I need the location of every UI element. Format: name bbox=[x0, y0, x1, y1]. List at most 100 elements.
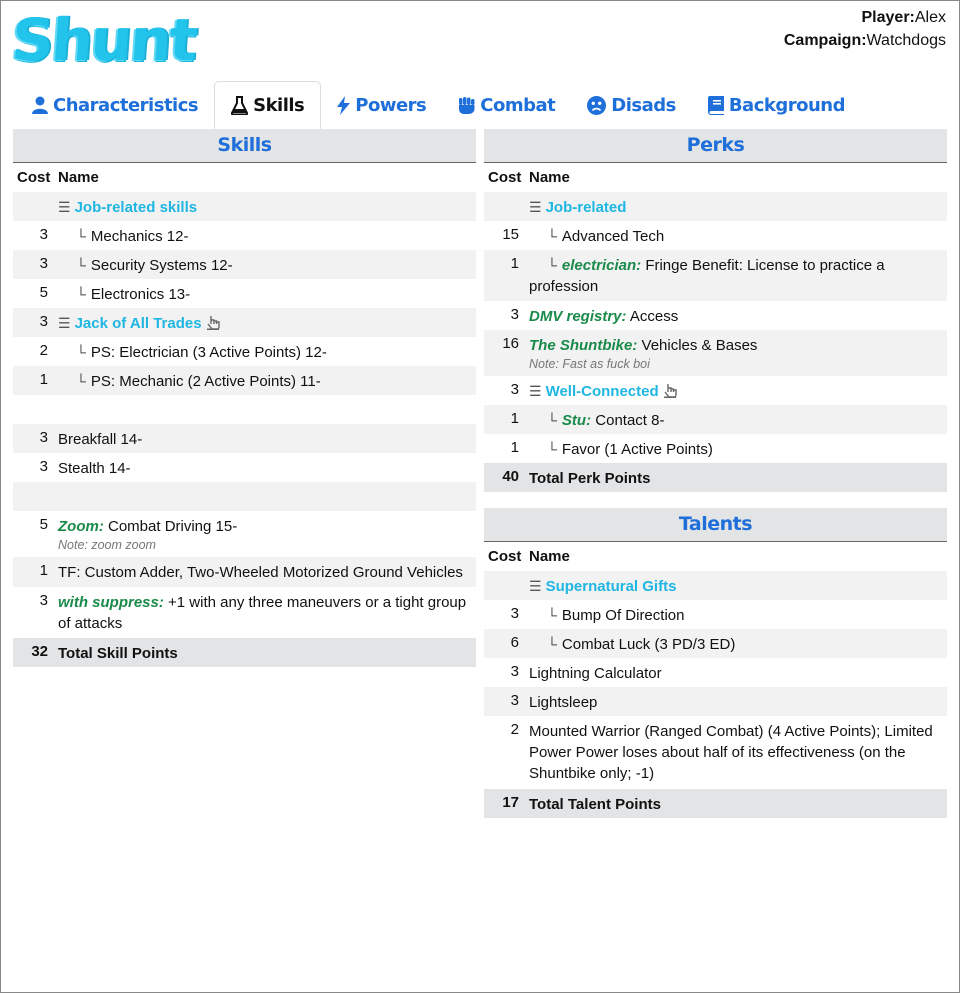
tab-characteristics[interactable]: Characteristics bbox=[16, 81, 214, 129]
campaign-name: Watchdogs bbox=[866, 32, 946, 49]
list-item[interactable]: 3 ☰ Well-Connected bbox=[484, 376, 947, 405]
list-item[interactable]: ☰ Job-related skills bbox=[13, 192, 476, 221]
perks-panel: Perks Cost Name ☰ Job-related 15 └ Advance… bbox=[484, 129, 947, 818]
cost-value: 3 bbox=[39, 255, 48, 272]
group-name: Job-related bbox=[545, 199, 627, 216]
talents-title: Talents bbox=[484, 508, 947, 542]
item-note: Note: zoom zoom bbox=[58, 538, 156, 552]
list-item[interactable]: 3 ☰ Jack of All Trades bbox=[13, 308, 476, 337]
spacer-row bbox=[13, 395, 476, 424]
hand-pointer-icon[interactable] bbox=[206, 315, 220, 336]
table-header: Cost Name bbox=[13, 163, 476, 192]
tab-disads[interactable]: Disads bbox=[571, 81, 692, 129]
cost-header: Cost bbox=[17, 169, 51, 186]
list-item[interactable]: 5 └ Electronics 13- bbox=[13, 279, 476, 308]
table-header: Cost Name bbox=[484, 163, 947, 192]
tab-label: Disads bbox=[611, 94, 676, 116]
character-meta: Player:Alex Campaign:Watchdogs bbox=[784, 6, 946, 52]
skills-panel: Skills Cost Name ☰ Job-related skills 3 └… bbox=[13, 129, 476, 667]
item-name: Advanced Tech bbox=[561, 228, 665, 245]
list-item[interactable]: 16 The Shuntbike: Vehicles & Bases Note: … bbox=[484, 330, 947, 376]
indent-icon: └ bbox=[76, 228, 86, 244]
list-item[interactable]: 3 DMV registry: Access bbox=[484, 301, 947, 330]
total-label: Total Perk Points bbox=[529, 470, 651, 487]
item-name: Mechanics 12- bbox=[90, 228, 189, 245]
cost-value: 3 bbox=[39, 226, 48, 243]
list-item[interactable]: 3 Lightning Calculator bbox=[484, 658, 947, 687]
list-item[interactable]: 1 └ electrician: Fringe Benefit: License … bbox=[484, 250, 947, 301]
indent-icon: └ bbox=[547, 228, 557, 244]
list-item[interactable]: 3 Breakfall 14- bbox=[13, 424, 476, 453]
indent-icon: └ bbox=[547, 441, 557, 457]
tab-label: Combat bbox=[480, 94, 556, 116]
total-cost: 32 bbox=[31, 643, 48, 660]
cost-value: 2 bbox=[510, 721, 519, 738]
cost-value: 1 bbox=[510, 439, 519, 456]
list-item[interactable]: 1 TF: Custom Adder, Two-Wheeled Motorize… bbox=[13, 557, 476, 587]
item-name: Breakfall 14- bbox=[58, 431, 143, 448]
name-header: Name bbox=[58, 169, 99, 186]
player-name: Alex bbox=[914, 9, 946, 26]
item-name: PS: Mechanic (2 Active Points) 11- bbox=[90, 373, 321, 390]
tab-combat[interactable]: Combat bbox=[442, 81, 571, 129]
list-item[interactable]: ☰ Supernatural Gifts bbox=[484, 571, 947, 600]
indent-icon: └ bbox=[547, 636, 557, 652]
fist-icon bbox=[458, 96, 475, 115]
list-item[interactable]: 3 └ Security Systems 12- bbox=[13, 250, 476, 279]
tab-label: Powers bbox=[355, 94, 427, 116]
item-name: Electronics 13- bbox=[90, 286, 191, 303]
campaign-label: Campaign: bbox=[783, 32, 867, 49]
list-item[interactable]: 1 └ Favor (1 Active Points) bbox=[484, 434, 947, 463]
total-label: Total Talent Points bbox=[529, 796, 661, 813]
list-item[interactable]: 3 Stealth 14- bbox=[13, 453, 476, 482]
list-item[interactable]: ☰ Job-related bbox=[484, 192, 947, 221]
list-item[interactable]: 3 with suppress: +1 with any three maneu… bbox=[13, 587, 476, 638]
table-header: Cost Name bbox=[484, 542, 947, 571]
item-name: Lightning Calculator bbox=[529, 665, 662, 682]
item-name: Mounted Warrior (Ranged Combat) (4 Activ… bbox=[529, 723, 933, 782]
total-cost: 17 bbox=[502, 794, 519, 811]
total-row: 32 Total Skill Points bbox=[13, 638, 476, 667]
cost-value: 15 bbox=[502, 226, 519, 243]
list-icon: ☰ bbox=[529, 383, 542, 399]
cost-header: Cost bbox=[488, 169, 522, 186]
item-name: Access bbox=[629, 308, 679, 325]
total-row: 40 Total Perk Points bbox=[484, 463, 947, 492]
indent-icon: └ bbox=[76, 344, 86, 360]
skills-title: Skills bbox=[13, 129, 476, 163]
cost-value: 5 bbox=[39, 284, 48, 301]
list-item[interactable]: 6 └ Combat Luck (3 PD/3 ED) bbox=[484, 629, 947, 658]
hand-pointer-icon[interactable] bbox=[663, 383, 677, 404]
tab-powers[interactable]: Powers bbox=[321, 81, 442, 129]
list-item[interactable]: 3 └ Mechanics 12- bbox=[13, 221, 476, 250]
name-header: Name bbox=[529, 548, 570, 565]
cost-value: 6 bbox=[510, 634, 519, 651]
list-item[interactable]: 5 Zoom: Combat Driving 15- Note: zoom zoo… bbox=[13, 511, 476, 557]
item-name: Combat Driving 15- bbox=[108, 518, 238, 535]
cost-value: 3 bbox=[39, 458, 48, 475]
cost-value: 1 bbox=[510, 255, 519, 272]
indent-icon: └ bbox=[76, 257, 86, 273]
list-item[interactable]: 1 └ PS: Mechanic (2 Active Points) 11- bbox=[13, 366, 476, 395]
list-item[interactable]: 1 └ Stu: Contact 8- bbox=[484, 405, 947, 434]
list-item[interactable]: 3 └ Bump Of Direction bbox=[484, 600, 947, 629]
tab-label: Background bbox=[728, 94, 846, 116]
list-item[interactable]: 3 Lightsleep bbox=[484, 687, 947, 716]
tab-label: Characteristics bbox=[53, 94, 199, 116]
list-item[interactable]: 15 └ Advanced Tech bbox=[484, 221, 947, 250]
group-name: Supernatural Gifts bbox=[545, 578, 677, 595]
indent-icon: └ bbox=[76, 286, 86, 302]
list-item[interactable]: 2 Mounted Warrior (Ranged Combat) (4 Act… bbox=[484, 716, 947, 789]
perks-title: Perks bbox=[484, 129, 947, 163]
list-item[interactable]: 2 └ PS: Electrician (3 Active Points) 12- bbox=[13, 337, 476, 366]
total-cost: 40 bbox=[502, 468, 519, 485]
item-name: Lightsleep bbox=[529, 694, 598, 711]
cost-value: 1 bbox=[39, 562, 48, 579]
item-label: Stu: bbox=[561, 412, 592, 429]
indent-icon: └ bbox=[76, 373, 86, 389]
item-name: PS: Electrician (3 Active Points) 12- bbox=[90, 344, 327, 361]
frown-icon bbox=[587, 95, 607, 115]
list-icon: ☰ bbox=[529, 578, 542, 594]
tab-background[interactable]: Background bbox=[692, 81, 861, 129]
tab-skills[interactable]: Skills bbox=[214, 81, 322, 129]
